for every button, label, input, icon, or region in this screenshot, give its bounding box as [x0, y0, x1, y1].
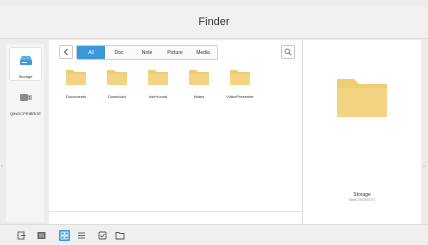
folder-icon: [106, 68, 128, 91]
list-view-icon: [77, 227, 86, 245]
folder-icon: [229, 68, 251, 91]
file-grid: Documents Download lost+found Notes Vide…: [49, 68, 302, 108]
sidebar-item-label: Storage: [18, 74, 33, 79]
folder-icon: [147, 68, 169, 91]
list-item[interactable]: Download: [97, 68, 137, 99]
list-item[interactable]: Documents: [56, 68, 96, 99]
usb-drive-icon: [19, 90, 33, 108]
sidebar: Storage QINGCPRIBROE: [6, 44, 44, 222]
tab-all[interactable]: All: [77, 46, 105, 59]
select-checkbox-icon: [98, 227, 107, 245]
panel-button[interactable]: [36, 230, 47, 241]
title-bar: Finder: [0, 6, 428, 39]
new-folder-button[interactable]: [114, 230, 125, 241]
tab-picture[interactable]: Picture: [161, 46, 189, 59]
file-name: VideoPresenter: [226, 94, 254, 99]
folder-icon: [188, 68, 210, 91]
file-name: Notes: [193, 94, 205, 99]
exit-button[interactable]: [16, 230, 27, 241]
exit-icon: [17, 227, 26, 245]
search-icon: [284, 43, 292, 61]
chevron-left-icon: [63, 43, 69, 61]
list-item[interactable]: VideoPresenter: [220, 68, 260, 99]
grid-view-icon: [60, 227, 69, 245]
tab-media[interactable]: Media: [189, 46, 217, 59]
file-browser-panel: All Doc Note Picture Media Documents Dow…: [49, 40, 303, 224]
grid-view-button[interactable]: [59, 230, 70, 241]
divider: [49, 211, 302, 212]
tab-doc[interactable]: Doc: [105, 46, 133, 59]
file-name: lost+found: [148, 94, 168, 99]
list-item[interactable]: Notes: [179, 68, 219, 99]
select-button[interactable]: [97, 230, 108, 241]
chevron-right-icon[interactable]: ›: [423, 164, 425, 170]
sidebar-item-usb[interactable]: QINGCPRIBROE: [10, 86, 41, 118]
folder-icon: [336, 76, 388, 123]
storage-drive-icon: [19, 53, 33, 71]
back-button[interactable]: [59, 45, 73, 59]
window-title: Finder: [198, 16, 230, 28]
file-name: Documents: [65, 94, 87, 99]
sidebar-item-storage[interactable]: Storage: [10, 48, 41, 80]
folder-icon: [65, 68, 87, 91]
search-button[interactable]: [281, 45, 295, 59]
bottom-toolbar: [0, 224, 428, 245]
detail-panel: Storage Time: 2019/07/17: [303, 40, 421, 224]
new-folder-icon: [115, 227, 125, 245]
list-item[interactable]: lost+found: [138, 68, 178, 99]
sidebar-item-label: QINGCPRIBROE: [9, 111, 42, 116]
detail-timestamp: Time: 2019/07/17: [348, 198, 376, 202]
file-name: Download: [108, 94, 126, 99]
panel-icon: [37, 227, 46, 245]
tab-note[interactable]: Note: [133, 46, 161, 59]
chevron-left-icon[interactable]: ‹: [1, 164, 3, 170]
list-view-button[interactable]: [76, 230, 87, 241]
filter-tabs: All Doc Note Picture Media: [76, 45, 218, 60]
